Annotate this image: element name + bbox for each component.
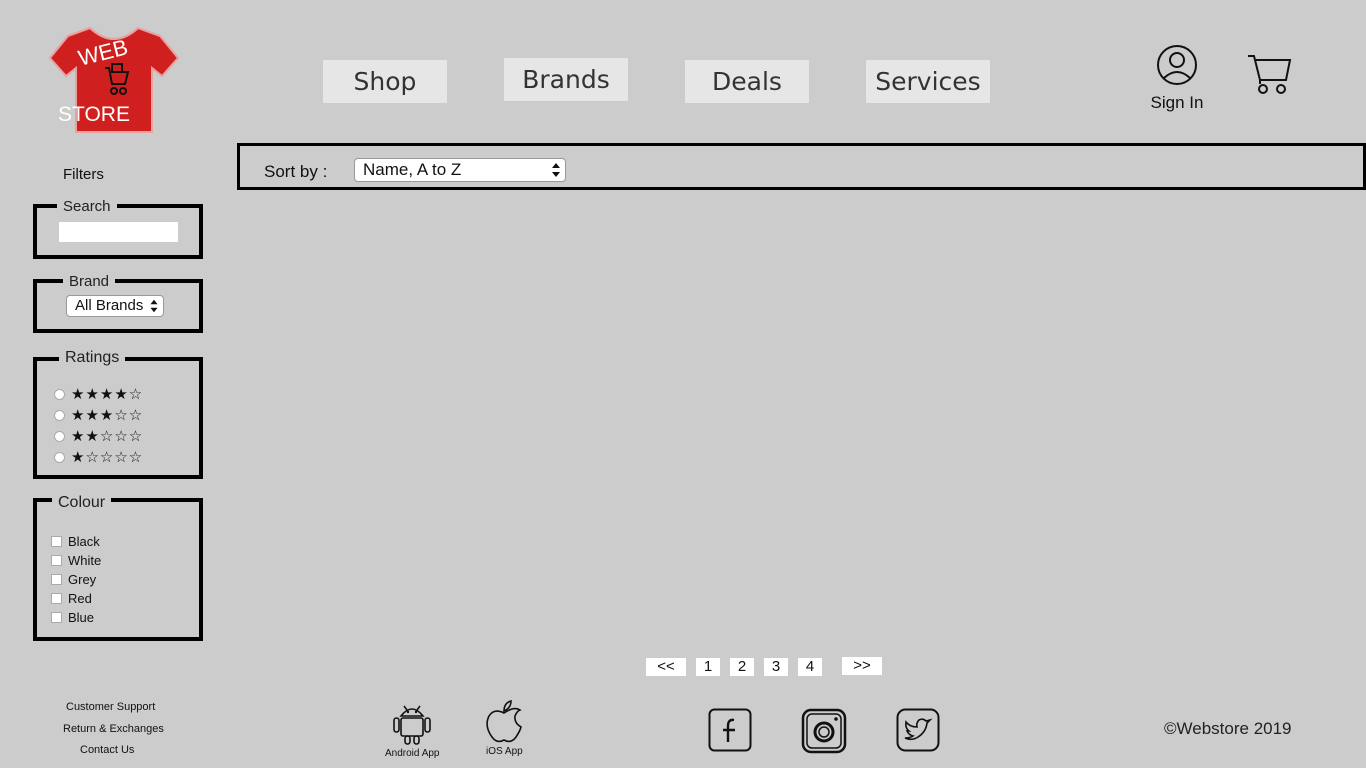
sort-bar: Sort by : Name, A to Z xyxy=(237,143,1366,190)
pagination-page-3[interactable]: 3 xyxy=(764,658,788,676)
ios-app-label: iOS App xyxy=(486,746,523,757)
colour-label: Blue xyxy=(68,609,95,625)
brand-filter-group: Brand All Brands xyxy=(33,273,203,333)
colour-option-red[interactable]: Red xyxy=(51,589,92,607)
pagination-page-1[interactable]: 1 xyxy=(696,658,720,676)
colour-label: White xyxy=(68,552,102,568)
colour-checkbox[interactable] xyxy=(51,592,62,604)
ios-app-link[interactable] xyxy=(484,699,524,744)
tab-deals[interactable]: Deals xyxy=(685,60,809,103)
pagination-page-2[interactable]: 2 xyxy=(730,658,754,676)
select-arrows-icon xyxy=(150,299,158,313)
rating-stars: ★☆☆☆☆ xyxy=(71,448,144,466)
brand-select[interactable]: All Brands xyxy=(66,295,164,317)
sort-label: Sort by : xyxy=(264,162,328,181)
search-filter-group: Search xyxy=(33,198,203,259)
instagram-icon xyxy=(801,708,847,754)
tab-brands[interactable]: Brands xyxy=(504,58,628,101)
rating-stars: ★★★☆☆ xyxy=(71,406,144,424)
pagination-prev[interactable]: << xyxy=(646,658,686,676)
colour-checkbox[interactable] xyxy=(51,611,62,623)
colour-checkbox[interactable] xyxy=(51,535,62,547)
copyright-text: ©Webstore 2019 xyxy=(1164,719,1292,738)
rating-stars: ★★☆☆☆ xyxy=(71,427,144,445)
pagination-next[interactable]: >> xyxy=(842,657,882,675)
colour-label: Black xyxy=(68,533,100,549)
search-input[interactable] xyxy=(59,222,178,242)
rating-option[interactable]: ★★★★☆ xyxy=(54,385,143,403)
colour-option-black[interactable]: Black xyxy=(51,532,100,550)
colour-option-grey[interactable]: Grey xyxy=(51,570,96,588)
android-app-label: Android App xyxy=(385,748,440,759)
pagination-page-4[interactable]: 4 xyxy=(798,658,822,676)
ratings-filter-group: Ratings ★★★★☆ ★★★☆☆ ★★☆☆☆ ★☆☆☆☆ xyxy=(33,349,203,479)
select-arrows-icon xyxy=(552,163,560,177)
search-legend: Search xyxy=(57,198,117,215)
colour-filter-group: Colour Black White Grey Red Blue xyxy=(33,494,203,641)
rating-option[interactable]: ★☆☆☆☆ xyxy=(54,448,143,466)
cart-button[interactable] xyxy=(1246,50,1292,96)
colour-label: Grey xyxy=(68,571,97,587)
twitter-icon xyxy=(896,708,940,752)
logo-text-store: STORE xyxy=(58,103,130,126)
shopping-cart-icon xyxy=(1248,55,1292,94)
facebook-icon xyxy=(708,708,752,752)
footer-link-customer-support[interactable]: Customer Support xyxy=(66,701,155,713)
rating-stars: ★★★★☆ xyxy=(71,385,144,403)
footer-link-contact[interactable]: Contact Us xyxy=(80,744,134,756)
ratings-legend: Ratings xyxy=(59,349,126,367)
instagram-link[interactable] xyxy=(801,708,847,754)
apple-icon xyxy=(486,699,522,743)
rating-radio[interactable] xyxy=(54,388,65,400)
sort-select[interactable]: Name, A to Z xyxy=(354,158,566,182)
sign-in-button[interactable]: Sign In xyxy=(1148,44,1206,113)
colour-option-white[interactable]: White xyxy=(51,551,101,569)
twitter-link[interactable] xyxy=(896,708,940,752)
colour-option-blue[interactable]: Blue xyxy=(51,608,94,626)
rating-radio[interactable] xyxy=(54,430,65,442)
rating-option[interactable]: ★★☆☆☆ xyxy=(54,427,143,445)
colour-legend: Colour xyxy=(52,494,112,512)
tab-services[interactable]: Services xyxy=(866,60,990,103)
rating-option[interactable]: ★★★☆☆ xyxy=(54,406,143,424)
store-logo[interactable]: WEB STORE xyxy=(48,24,180,136)
colour-checkbox[interactable] xyxy=(51,554,62,566)
colour-checkbox[interactable] xyxy=(51,573,62,585)
facebook-link[interactable] xyxy=(708,708,752,752)
footer-link-returns[interactable]: Return & Exchanges xyxy=(63,723,164,735)
android-app-link[interactable] xyxy=(392,700,432,746)
rating-radio[interactable] xyxy=(54,409,65,421)
sort-selected-value: Name, A to Z xyxy=(363,160,462,179)
brand-selected-value: All Brands xyxy=(75,297,144,314)
colour-label: Red xyxy=(68,590,92,606)
brand-legend: Brand xyxy=(63,273,116,290)
tab-shop[interactable]: Shop xyxy=(323,60,447,103)
user-circle-icon xyxy=(1157,45,1197,85)
filters-title: Filters xyxy=(63,166,104,183)
android-icon xyxy=(393,705,431,745)
sign-in-label: Sign In xyxy=(1150,93,1204,112)
rating-radio[interactable] xyxy=(54,451,65,463)
